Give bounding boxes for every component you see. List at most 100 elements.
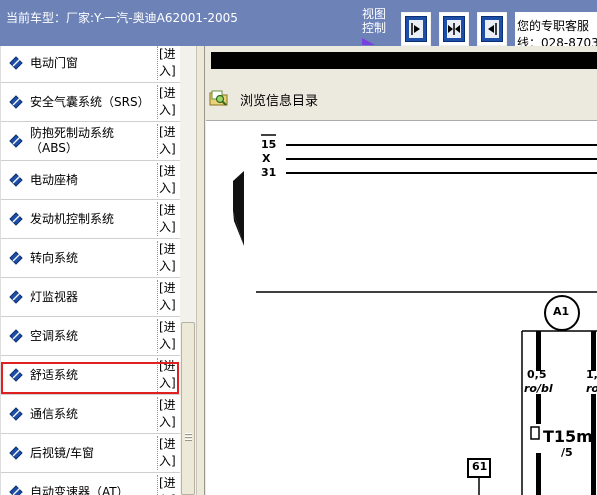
view-control-triangle-icon [362, 38, 375, 45]
sidebar-item-label: 自动变速器（AT） [30, 485, 129, 495]
relay-label: A1 [553, 305, 570, 318]
enter-link-top: [进 [159, 398, 176, 412]
blue-diamond-pencil-icon [9, 407, 23, 421]
sidebar-item-label: 电动门窗 [30, 56, 79, 70]
enter-link-top: [进 [159, 476, 176, 490]
item-divider [157, 319, 158, 353]
enter-link-bottom: 入] [159, 220, 176, 234]
enter-link[interactable]: [进入] [159, 241, 181, 275]
enter-link-bottom: 入] [159, 181, 176, 195]
blue-diamond-pencil-icon [9, 134, 23, 148]
connector-pin: /5 [561, 446, 573, 459]
view-expand-left-button[interactable] [477, 12, 507, 46]
sidebar-item-label: 电动座椅 [30, 173, 79, 187]
enter-link[interactable]: [进入] [159, 436, 181, 470]
wire-2-upper [591, 331, 596, 371]
enter-link-top: [进 [159, 203, 176, 217]
sidebar-item[interactable]: 后视镜/车窗 [进入] [1, 434, 181, 473]
arrows-both-icon [448, 23, 460, 35]
enter-link-top: [进 [159, 242, 176, 256]
sidebar-item[interactable]: 通信系统 [进 入] [1, 395, 181, 434]
pane-splitter[interactable] [196, 46, 205, 495]
sidebar-item[interactable]: 空调系统 [进 入] [1, 317, 181, 356]
sidebar-scrollbar-thumb[interactable] [181, 322, 195, 495]
enter-link[interactable]: [进入] [159, 124, 181, 158]
scroll-grip-icon [185, 433, 192, 441]
selected-item-highlight [1, 362, 179, 394]
connector-label: T15m [543, 427, 593, 446]
wire-2-gauge: 1, [586, 368, 597, 381]
view-split-button[interactable] [439, 12, 469, 46]
sidebar-item[interactable]: 安全气囊系统（SRS） [进 入] [1, 83, 181, 122]
sidebar-item-label: 灯监视器 [30, 290, 79, 304]
item-divider [157, 475, 158, 495]
bus-label-x: X [262, 152, 271, 165]
sidebar-item[interactable]: 防抱死制动系统（ABS） [进 入] [1, 122, 181, 161]
view-expand-right-button[interactable] [401, 12, 431, 46]
content-pane: 浏览信息目录 15 X 31 A1 0,5 ro/bl 1, r T15m /5… [205, 46, 597, 495]
support-hotline-box: 您的专职客服 线：028-8703 [515, 12, 597, 50]
sidebar-item[interactable]: 灯监视器 [进入] [1, 278, 181, 317]
blue-diamond-pencil-icon [9, 95, 23, 109]
enter-link[interactable]: [进入] [159, 319, 181, 353]
item-divider [157, 124, 158, 158]
sidebar-item-label: 通信系统 [30, 407, 79, 421]
item-divider [157, 46, 158, 80]
sidebar-item[interactable]: 自动变速器（AT） [进入] [1, 473, 181, 495]
browse-catalog-label: 浏览信息目录 [240, 94, 319, 109]
blue-diamond-pencil-icon [9, 56, 23, 70]
item-divider [157, 85, 158, 119]
sidebar-item-label: 后视镜/车窗 [30, 446, 95, 460]
enter-link[interactable]: [进入] [159, 163, 181, 197]
sidebar-item-label: 安全气囊系统（SRS） [30, 95, 150, 109]
view-control-label-block: 视图控制 [362, 7, 392, 45]
sidebar-item-label: 发动机控制系统 [30, 212, 115, 226]
sidebar-item[interactable]: 发动机控制系统 [进入] [1, 200, 181, 239]
page-arrow-left-icon [233, 171, 244, 246]
wiring-diagram-frame: 15 X 31 A1 0,5 ro/bl 1, ro T15m /5 61 [206, 120, 597, 495]
enter-link-bottom: 入] [159, 298, 176, 312]
wire-1-color: ro/bl [524, 382, 553, 395]
folder-magnifier-icon [209, 90, 228, 106]
wire-1-lower [536, 453, 541, 495]
enter-link-top: [进 [159, 164, 176, 178]
blue-diamond-pencil-icon [9, 251, 23, 265]
arrow-right-icon [411, 23, 420, 35]
view-control-label: 视图控制 [362, 7, 387, 35]
sidebar-item[interactable]: 电动门窗 [进 入] [1, 46, 181, 83]
blue-diamond-pencil-icon [9, 290, 23, 304]
blue-diamond-pencil-icon [9, 485, 23, 495]
item-divider [157, 280, 158, 314]
enter-link[interactable]: [进入] [159, 280, 181, 314]
enter-link[interactable]: [进入] [159, 46, 181, 80]
bus-label-31: 31 [261, 166, 277, 179]
enter-link-top: [进 [159, 437, 176, 451]
wire-1-upper [536, 331, 541, 371]
item-divider [157, 202, 158, 236]
fuse-label: 61 [472, 460, 488, 473]
top-bar: 当前车型：厂家:Y-一汽-奥迪A62001-2005 视图控制 您的专职客服 线… [0, 0, 597, 50]
enter-link-bottom: 入] [159, 142, 176, 156]
enter-link[interactable]: [进入] [159, 475, 181, 495]
enter-link[interactable]: [进入] [159, 85, 181, 119]
enter-link[interactable]: [进入] [159, 202, 181, 236]
enter-link-bottom: 入] [159, 259, 176, 273]
sidebar-scrollbar[interactable] [180, 46, 196, 495]
item-divider [157, 436, 158, 470]
enter-link-bottom: 入] [159, 337, 176, 351]
enter-link-bottom: 入] [159, 454, 176, 468]
sidebar-item[interactable]: 转向系统 [进 入] [1, 239, 181, 278]
hotline-line-1: 您的专职客服 [517, 19, 590, 33]
system-menu-sidebar: 电动门窗 [进 入] 安全气囊系统（SRS） [进 入] 防抱死制动系统（ABS） [进 入] 电… [0, 46, 196, 495]
enter-link-bottom: 入] [159, 103, 176, 117]
enter-link-top: [进 [159, 281, 176, 295]
arrow-left-icon [488, 23, 497, 35]
wire-1-middle [536, 394, 541, 424]
current-vehicle-text: 当前车型：厂家:Y-一汽-奥迪A62001-2005 [6, 11, 238, 25]
sidebar-item[interactable]: 电动座椅 [进入] [1, 161, 181, 200]
blue-diamond-pencil-icon [9, 173, 23, 187]
item-divider [157, 241, 158, 275]
blue-diamond-pencil-icon [9, 446, 23, 460]
enter-link[interactable]: [进入] [159, 397, 181, 431]
enter-link-top: [进 [159, 125, 176, 139]
